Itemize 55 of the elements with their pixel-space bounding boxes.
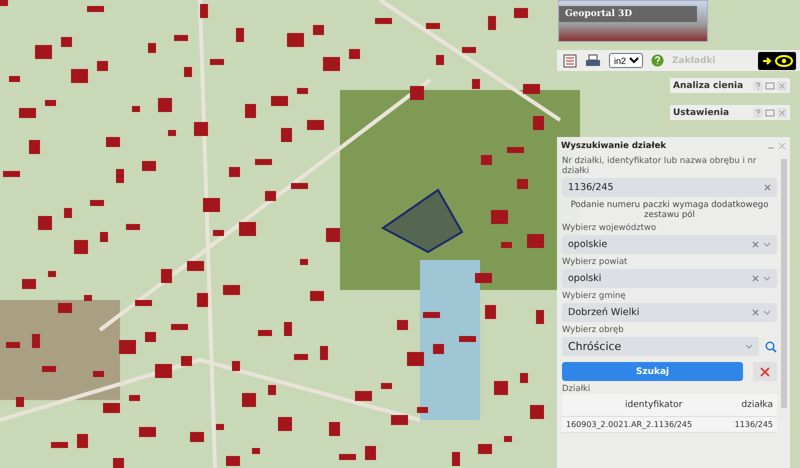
column-header[interactable]: identyfikator	[566, 400, 742, 410]
clear-icon[interactable]	[752, 241, 759, 248]
field-value: opolskie	[568, 239, 608, 250]
help-icon[interactable]	[753, 108, 763, 118]
scrollbar[interactable]	[781, 159, 787, 408]
printer-icon[interactable]	[585, 54, 601, 68]
search-button[interactable]: Szukaj	[562, 362, 743, 381]
chevron-down-icon[interactable]	[763, 276, 771, 281]
field-label: Wybierz gminę	[562, 291, 627, 301]
close-icon[interactable]	[777, 108, 787, 118]
field-value: Dobrzeń Wielki	[568, 307, 640, 318]
help-icon[interactable]	[753, 80, 763, 90]
panel-header[interactable]: Analiza cienia	[670, 78, 790, 93]
photo-placeholder[interactable]: Geoportal 3D	[558, 0, 708, 42]
panel-title: Wyszukiwanie działek	[561, 141, 668, 151]
chevron-down-icon[interactable]	[745, 344, 753, 349]
hint-text: Podanie numeru paczki wymaga dodatkowego zestawu pól	[570, 200, 770, 220]
field-label: Wybierz obręb	[562, 325, 625, 335]
list-icon[interactable]	[563, 54, 577, 68]
table-cell-text: 160903_2.0021.AR_2.1136/245	[566, 420, 694, 429]
query-field[interactable]: 1136/245	[562, 178, 777, 197]
select-field[interactable]: Dobrzeń Wielki	[562, 303, 777, 322]
field-label: Nr działki, identyfikator lub nazwa obrębu i nr działki	[562, 156, 758, 176]
chevron-down-icon[interactable]	[763, 310, 771, 315]
panel-header[interactable]: Ustawienia	[670, 105, 790, 120]
clear-icon[interactable]	[752, 275, 759, 282]
field-label: Wybierz województwo	[562, 223, 658, 233]
close-icon[interactable]	[778, 142, 786, 150]
panel-title: Ustawienia	[673, 108, 730, 118]
arrow-eye-icon	[760, 52, 794, 68]
chevron-down-icon[interactable]	[763, 242, 771, 247]
preview-title: Geoportal 3D	[559, 6, 697, 22]
field-value: Chróścice	[568, 340, 622, 353]
help-icon[interactable]	[651, 54, 664, 67]
maximize-icon[interactable]	[765, 80, 775, 90]
maximize-icon[interactable]	[765, 108, 775, 118]
select-field[interactable]: opolskie	[562, 235, 777, 254]
clear-icon[interactable]	[764, 184, 771, 191]
select-field[interactable]: opolski	[562, 269, 777, 288]
column-header[interactable]: działka	[741, 400, 773, 410]
view-toggle-button[interactable]	[758, 52, 796, 70]
close-icon[interactable]	[777, 80, 787, 90]
close-icon	[760, 366, 770, 376]
search-icon[interactable]	[765, 340, 777, 352]
scale-select[interactable]: in2	[609, 53, 643, 68]
field-value: opolski	[568, 273, 602, 284]
field-value: 1136/245	[568, 182, 615, 193]
table-cell: 1136/245	[734, 420, 773, 429]
clear-button[interactable]	[753, 362, 777, 381]
results-label: Działki	[562, 384, 592, 394]
field-label: Wybierz powiat	[562, 257, 628, 267]
select-field[interactable]: Chróścice	[562, 337, 759, 356]
panel-title: Analiza cienia	[673, 80, 744, 90]
parcel-outline[interactable]	[381, 188, 464, 254]
clear-icon[interactable]	[752, 309, 759, 316]
